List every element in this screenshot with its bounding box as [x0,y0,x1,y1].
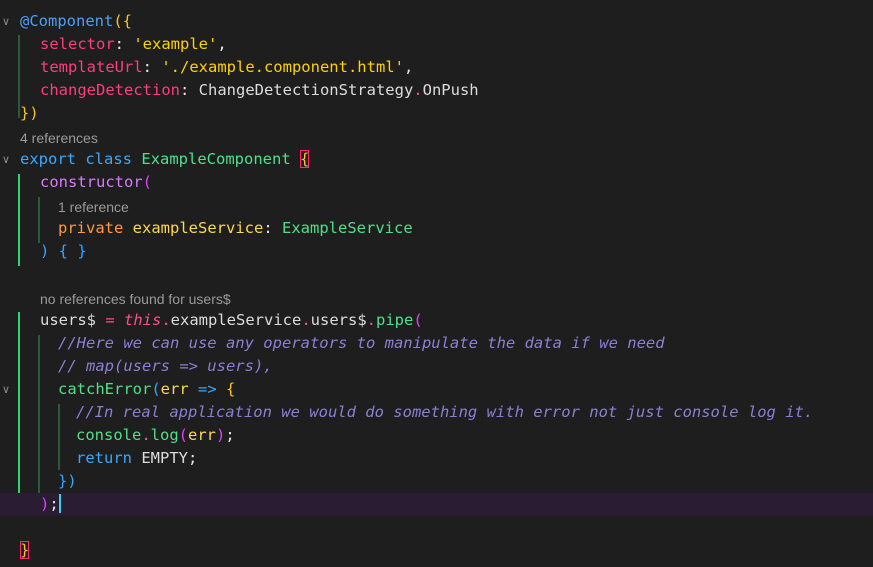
parameter-token: exampleService [132,219,264,237]
identifier-token: console [76,426,142,444]
property-token: templateUrl [40,58,143,76]
function-token: constructor [40,173,143,191]
function-token: log [150,426,179,444]
type-token: ExampleService [282,219,413,237]
punctuation-token: : [114,35,134,53]
identifier-token: ChangeDetectionStrategy [198,81,414,99]
keyword-token: class [85,150,133,168]
punctuation-token: , [217,35,227,53]
keyword-token: export [20,150,76,168]
code-line-7[interactable]: constructor( [0,171,873,194]
identifier-token: EMPTY [141,449,189,467]
punctuation-token: . [301,311,311,329]
function-token: pipe [376,311,414,329]
code-line-10[interactable]: users$ = this.exampleService.users$.pipe… [0,309,873,332]
code-line-17[interactable]: }) [0,470,873,493]
punctuation-token: . [141,426,151,444]
parameter-token: err [160,380,189,398]
punctuation-token: ( [151,380,161,398]
punctuation-token: ; [49,495,59,513]
punctuation-token: ; [225,426,235,444]
code-line-1[interactable]: @Component({ [0,10,873,33]
punctuation-token: }) [58,472,77,490]
property-token: selector [40,35,115,53]
punctuation-token: ({ [113,12,132,30]
punctuation-token: ( [413,311,423,329]
parameter-token: err [188,426,217,444]
code-line-2[interactable]: selector: 'example', [0,33,873,56]
punctuation-token: }) [20,104,39,122]
punctuation-token: ) [216,426,226,444]
code-line-9[interactable]: ) { } [0,240,873,263]
punctuation-token: , [403,58,414,76]
identifier-token: OnPush [422,81,479,99]
code-line-20[interactable]: } [0,539,873,562]
comment-token: // map(users => users), [58,357,273,375]
codelens-references[interactable]: 4 references [20,127,98,150]
punctuation-token: . [161,311,171,329]
property-token: changeDetection [40,81,180,99]
keyword-token: this [124,311,162,329]
code-line-16[interactable]: return EMPTY; [0,447,873,470]
keyword-token: private [58,219,124,237]
class-name-token: ExampleComponent [141,150,291,168]
punctuation-token: . [366,311,377,329]
text-cursor [58,494,61,513]
function-token: catchError [58,380,152,398]
punctuation-token: : [179,81,199,99]
comment-token: //In real application we would do someth… [76,403,814,421]
codelens-reference[interactable]: 1 reference [58,196,129,219]
code-line-14[interactable]: //In real application we would do someth… [0,401,873,424]
code-line-18-current[interactable]: ); [0,493,873,516]
bracket-match-token: { [300,150,310,168]
punctuation-token: ) [40,495,50,513]
keyword-token: return [76,449,132,467]
string-token: 'example' [133,35,218,53]
code-line-6[interactable]: export class ExampleComponent { [0,148,873,171]
punctuation-token: . [413,81,423,99]
decorator-token: @Component [20,12,114,30]
punctuation-token: : [263,219,282,237]
punctuation-token: : [142,58,162,76]
code-line-12[interactable]: // map(users => users), [0,355,873,378]
punctuation-token: ( [142,173,152,191]
punctuation-token: ; [188,449,198,467]
string-token: './example.component.html' [161,58,404,76]
punctuation-token: ) { } [40,242,87,260]
code-line-4[interactable]: changeDetection: ChangeDetectionStrategy… [0,79,873,102]
code-editor[interactable]: ∨ ∨ ∨ @Component({ selector: 'example', … [0,0,873,567]
code-line-3[interactable]: templateUrl: './example.component.html', [0,56,873,79]
identifier-token: users$ [310,311,367,329]
code-line-13[interactable]: catchError(err => { [0,378,873,401]
code-line-11[interactable]: //Here we can use any operators to manip… [0,332,873,355]
bracket-match-token: } [20,541,30,559]
operator-token: = [96,311,124,329]
code-line-5[interactable]: }) [0,102,873,125]
operator-token: => [188,380,226,398]
punctuation-token: { [226,380,236,398]
comment-token: //Here we can use any operators to manip… [58,334,665,352]
punctuation-token: ( [178,426,189,444]
codelens-no-references[interactable]: no references found for users$ [40,288,231,311]
identifier-token: exampleService [170,311,302,329]
code-line-8[interactable]: private exampleService: ExampleService [0,217,873,240]
property-token: users$ [40,311,96,329]
code-line-15[interactable]: console.log(err); [0,424,873,447]
